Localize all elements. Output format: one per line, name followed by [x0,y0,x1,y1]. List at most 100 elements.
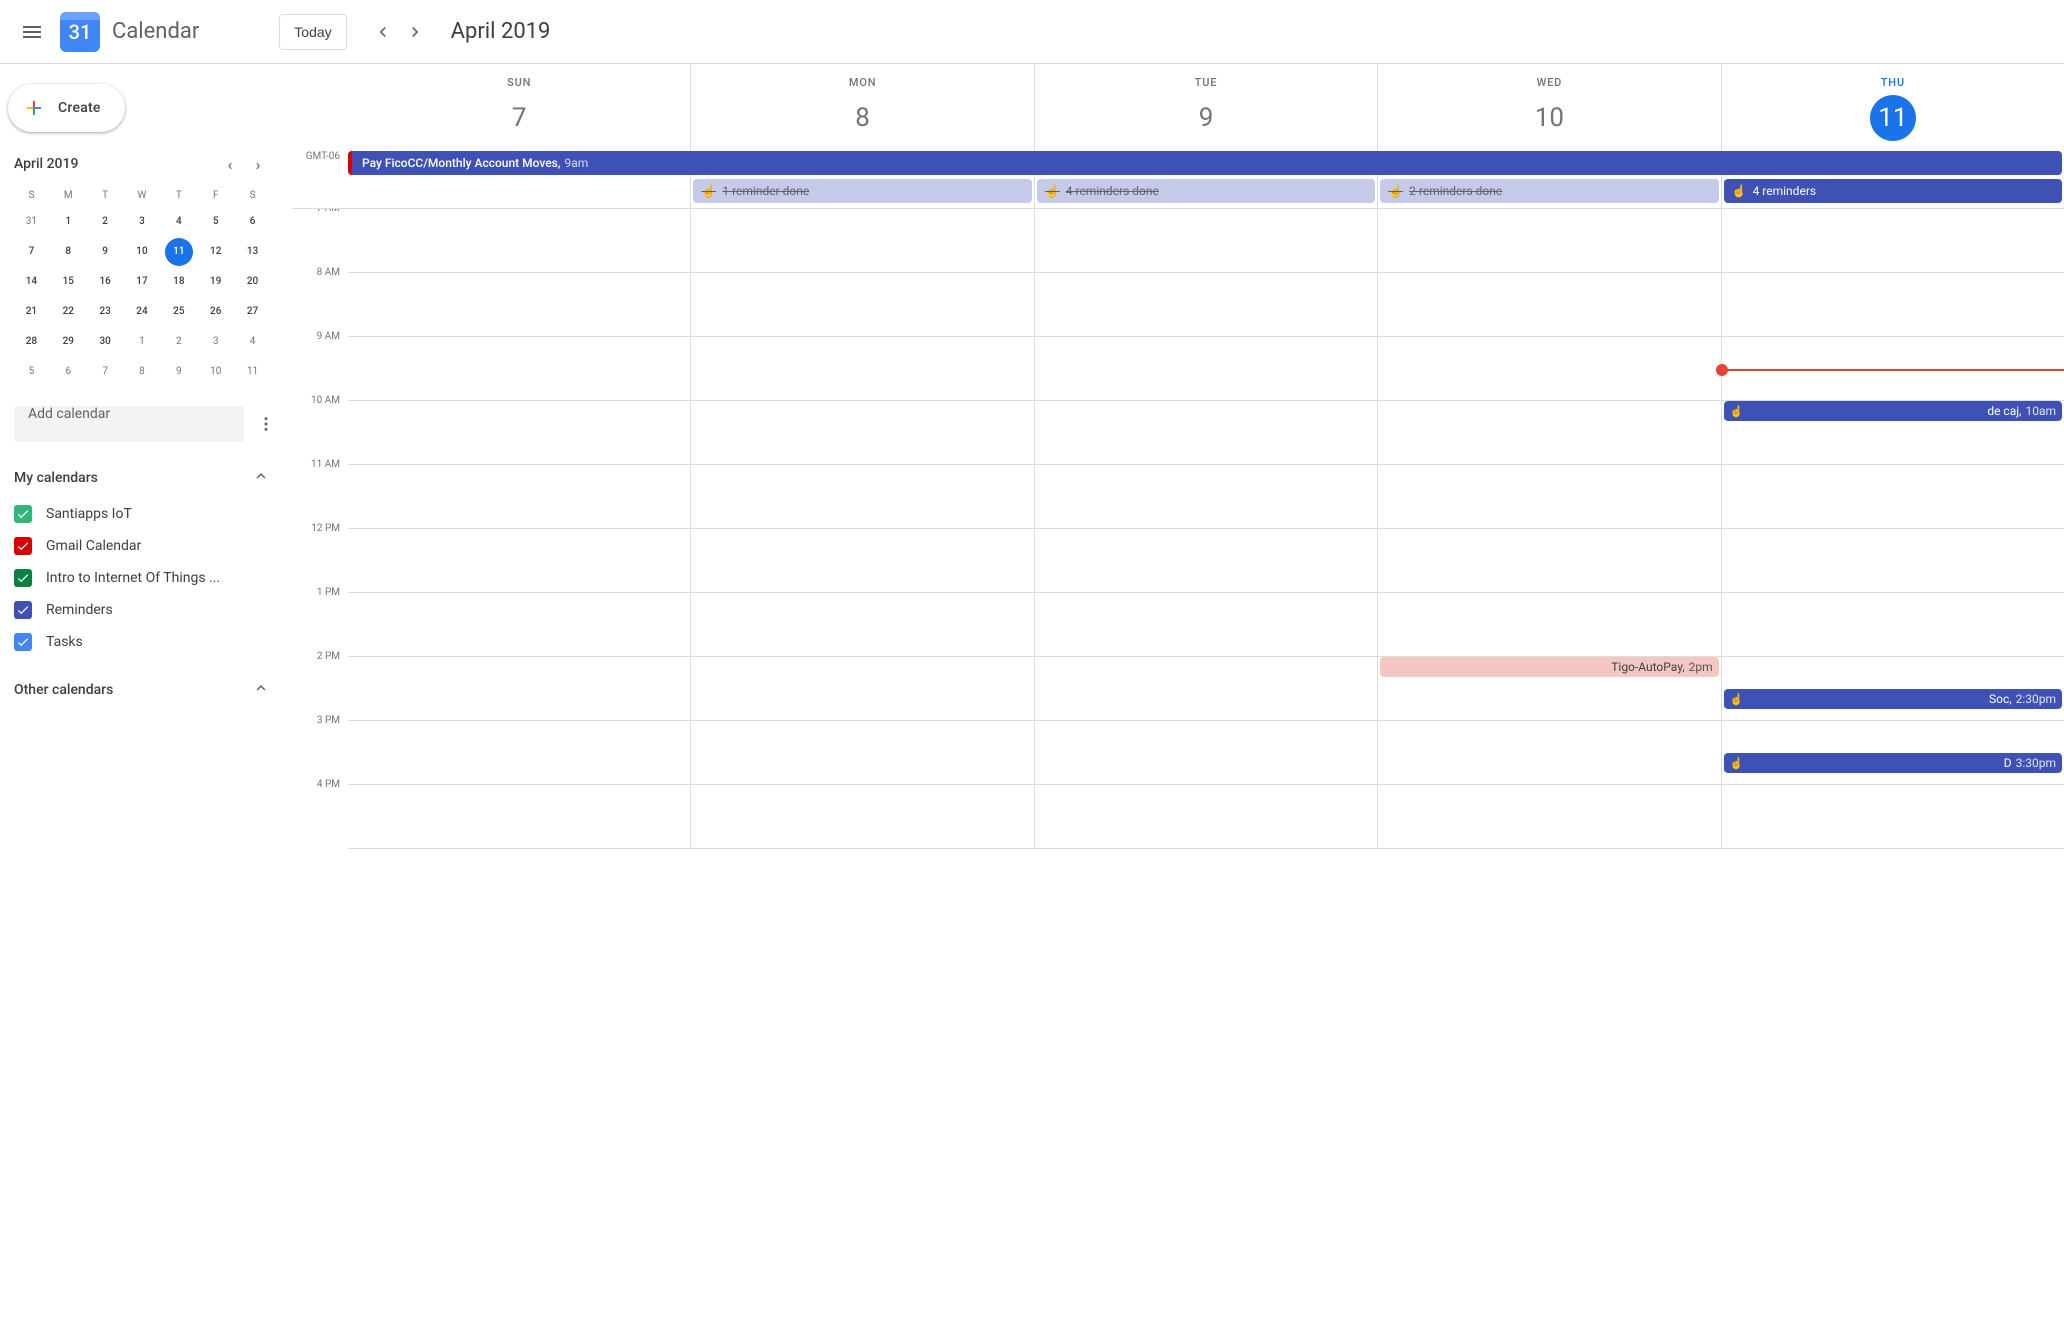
mini-day[interactable]: 9 [165,358,193,386]
hour-cell[interactable] [348,209,690,273]
mini-day[interactable]: 8 [128,358,156,386]
mini-day[interactable]: 5 [202,208,230,236]
hour-cell[interactable] [1378,273,1720,337]
mini-day[interactable]: 22 [54,298,82,326]
hour-cell[interactable] [691,209,1033,273]
calendar-checkbox[interactable] [14,505,32,523]
add-calendar-input[interactable]: Add calendar [14,406,244,442]
hour-cell[interactable] [348,273,690,337]
event[interactable]: ☝D 3:30pm [1724,753,2062,773]
hour-cell[interactable] [1378,337,1720,401]
mini-day[interactable]: 29 [54,328,82,356]
mini-day[interactable]: 1 [128,328,156,356]
calendar-item[interactable]: Gmail Calendar [14,530,270,562]
mini-prev-button[interactable]: ‹ [218,152,242,176]
day-column[interactable] [1034,209,1377,849]
mini-day[interactable]: 11 [165,238,193,266]
hour-cell[interactable] [1722,465,2064,529]
hour-cell[interactable] [1378,593,1720,657]
hour-cell[interactable] [691,273,1033,337]
hour-cell[interactable] [1035,337,1377,401]
calendar-item[interactable]: Tasks [14,626,270,658]
hour-cell[interactable] [1035,529,1377,593]
mini-day[interactable]: 30 [91,328,119,356]
calendar-item[interactable]: Reminders [14,594,270,626]
day-number[interactable]: 7 [496,95,542,141]
mini-day[interactable]: 4 [239,328,267,356]
mini-day[interactable]: 19 [202,268,230,296]
hour-cell[interactable] [1722,785,2064,849]
mini-day[interactable]: 7 [91,358,119,386]
day-header[interactable]: MON8 [690,64,1033,149]
my-calendars-toggle[interactable]: My calendars [14,458,270,498]
hour-cell[interactable] [1035,721,1377,785]
mini-day[interactable]: 26 [202,298,230,326]
mini-day[interactable]: 1 [54,208,82,236]
hour-cell[interactable] [348,785,690,849]
reminder-chip[interactable]: ☝2 reminders done [1380,179,1718,203]
hour-cell[interactable] [348,529,690,593]
event[interactable]: Tigo-AutoPay, 2pm [1380,657,1718,677]
create-button[interactable]: Create [8,84,125,132]
calendar-item[interactable]: Intro to Internet Of Things ... [14,562,270,594]
calendar-checkbox[interactable] [14,601,32,619]
day-header[interactable]: THU11 [1721,64,2064,149]
hour-cell[interactable] [1378,721,1720,785]
hour-cell[interactable] [1035,785,1377,849]
mini-day[interactable]: 28 [17,328,45,356]
other-calendars-toggle[interactable]: Other calendars [14,670,270,710]
allday-event[interactable]: Pay FicoCC/Monthly Account Moves, 9am [348,151,2062,175]
mini-day[interactable]: 12 [202,238,230,266]
day-column[interactable] [348,209,690,849]
mini-day[interactable]: 14 [17,268,45,296]
mini-day[interactable]: 11 [239,358,267,386]
mini-day[interactable]: 4 [165,208,193,236]
today-button[interactable]: Today [279,14,346,50]
mini-day[interactable]: 16 [91,268,119,296]
day-column[interactable]: ☝de caj, 10am☝Soc, 2:30pm☝D 3:30pm [1721,209,2064,849]
mini-day[interactable]: 31 [17,208,45,236]
hour-cell[interactable] [691,465,1033,529]
hour-cell[interactable] [1035,593,1377,657]
mini-day[interactable]: 7 [17,238,45,266]
calendar-options-button[interactable] [248,406,284,442]
hour-cell[interactable] [348,657,690,721]
mini-day[interactable]: 15 [54,268,82,296]
hour-cell[interactable] [691,593,1033,657]
mini-day[interactable]: 3 [128,208,156,236]
mini-day[interactable]: 17 [128,268,156,296]
day-column[interactable] [690,209,1033,849]
hour-cell[interactable] [1722,593,2064,657]
hour-cell[interactable] [1035,465,1377,529]
day-number[interactable]: 11 [1870,95,1916,141]
hour-cell[interactable] [1722,209,2064,273]
day-header[interactable]: SUN7 [348,64,690,149]
hour-cell[interactable] [1378,529,1720,593]
hour-cell[interactable] [1378,401,1720,465]
day-number[interactable]: 10 [1526,95,1572,141]
hour-cell[interactable] [348,721,690,785]
grid-body[interactable]: 7 AM8 AM9 AM10 AM11 AM12 PM1 PM2 PM3 PM4… [292,209,2064,1336]
prev-period-button[interactable] [367,16,399,48]
reminder-chip[interactable]: ☝1 reminder done [693,179,1031,203]
main-menu-button[interactable] [8,8,56,56]
logo[interactable]: 31 Calendar [60,12,199,52]
mini-day[interactable]: 5 [17,358,45,386]
hour-cell[interactable] [1378,209,1720,273]
calendar-item[interactable]: Santiapps IoT [14,498,270,530]
hour-cell[interactable] [1035,401,1377,465]
hour-cell[interactable] [348,337,690,401]
day-number[interactable]: 8 [840,95,886,141]
hour-cell[interactable] [691,401,1033,465]
hour-cell[interactable] [691,337,1033,401]
hour-cell[interactable] [691,529,1033,593]
event[interactable]: ☝de caj, 10am [1724,401,2062,421]
mini-day[interactable]: 18 [165,268,193,296]
next-period-button[interactable] [399,16,431,48]
hour-cell[interactable] [1035,209,1377,273]
calendar-checkbox[interactable] [14,633,32,651]
hour-cell[interactable] [1722,273,2064,337]
hour-cell[interactable] [348,593,690,657]
mini-day[interactable]: 6 [239,208,267,236]
day-column[interactable]: Tigo-AutoPay, 2pm [1377,209,1720,849]
